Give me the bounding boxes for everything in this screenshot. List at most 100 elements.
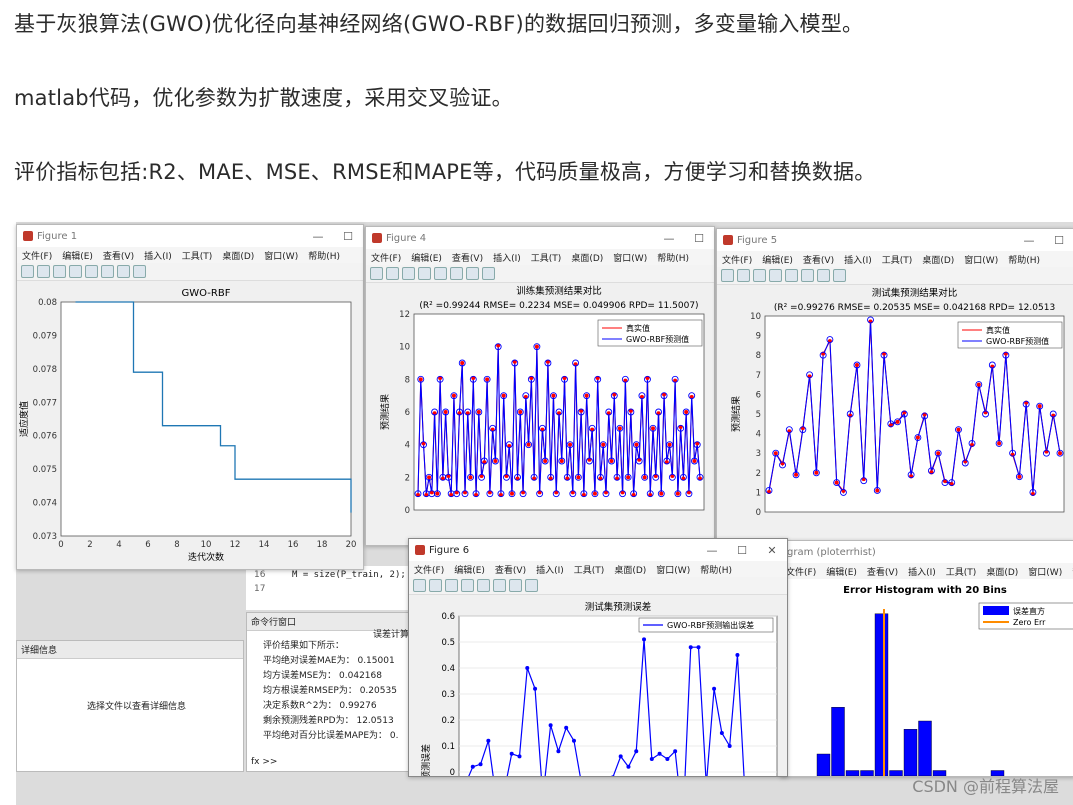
menu-item[interactable]: 桌面(D)	[986, 565, 1018, 578]
open-file-icon[interactable]	[37, 265, 50, 278]
maximize-icon[interactable]: ☐	[333, 230, 363, 243]
open-file-icon[interactable]	[737, 269, 750, 282]
menu-item[interactable]: 窗口(W)	[613, 251, 647, 264]
figure4-window[interactable]: Figure 4 — ☐ 文件(F) 编辑(E) 查看(V) 插入(I) 工具(T) 桌面(…	[365, 226, 715, 546]
colorbar-icon[interactable]	[801, 269, 814, 282]
menu-item[interactable]: 帮助(H)	[308, 249, 340, 262]
menu-item[interactable]: 工具(T)	[182, 249, 213, 262]
colorbar-icon[interactable]	[493, 579, 506, 592]
figure5-window[interactable]: Figure 5 — ☐ 文件(F) 编辑(E) 查看(V) 插入(I) 工具(T) 桌面(…	[716, 228, 1073, 548]
minimize-icon[interactable]: —	[697, 544, 727, 557]
legend-icon[interactable]	[117, 265, 130, 278]
legend-icon[interactable]	[817, 269, 830, 282]
link-icon[interactable]	[477, 579, 490, 592]
menu-item[interactable]: 编辑(E)	[826, 565, 857, 578]
menu-item[interactable]: 桌面(D)	[614, 563, 646, 576]
menu-item[interactable]: 桌面(D)	[922, 253, 954, 266]
maximize-icon[interactable]: ☐	[1044, 234, 1073, 247]
colorbar-icon[interactable]	[101, 265, 114, 278]
print-icon[interactable]	[769, 269, 782, 282]
menu-item[interactable]: 文件(F)	[722, 253, 752, 266]
legend-label: GWO-RBF预测输出误差	[667, 620, 754, 630]
menu-item[interactable]: 桌面(D)	[222, 249, 254, 262]
open-file-icon[interactable]	[429, 579, 442, 592]
y-tick-label: 10	[750, 312, 761, 322]
menu-item[interactable]: 插入(I)	[844, 253, 872, 266]
link-icon[interactable]	[785, 269, 798, 282]
pointer-icon[interactable]	[482, 267, 495, 280]
figure4-toolbar	[366, 265, 714, 283]
command-window[interactable]: 命令行窗口 误差计算 评价结果如下所示： 平均绝对误差MAE为： 0.15001 均…	[246, 612, 418, 772]
save-icon[interactable]	[445, 579, 458, 592]
pointer-icon[interactable]	[833, 269, 846, 282]
menu-item[interactable]: 查看(V)	[103, 249, 134, 262]
menu-item[interactable]: 查看(V)	[803, 253, 834, 266]
editor-code[interactable]: M = size(P_train, 2);	[292, 570, 406, 580]
figure6-titlebar[interactable]: Figure 6 — ☐ ✕	[409, 539, 787, 561]
menu-item[interactable]: 文件(F)	[22, 249, 52, 262]
open-file-icon[interactable]	[386, 267, 399, 280]
menu-item[interactable]: 工具(T)	[946, 565, 977, 578]
menu-item[interactable]: 查看(V)	[495, 563, 526, 576]
matlab-figure-icon	[372, 233, 382, 243]
minimize-icon[interactable]: —	[654, 232, 684, 245]
print-icon[interactable]	[418, 267, 431, 280]
link-icon[interactable]	[434, 267, 447, 280]
menu-item[interactable]: 插入(I)	[144, 249, 172, 262]
menu-item[interactable]: 插入(I)	[493, 251, 521, 264]
pointer-icon[interactable]	[133, 265, 146, 278]
menu-item[interactable]: 工具(T)	[882, 253, 913, 266]
new-file-icon[interactable]	[413, 579, 426, 592]
menu-item[interactable]: 帮助(H)	[657, 251, 689, 264]
menu-item[interactable]: 窗口(W)	[656, 563, 690, 576]
figure4-titlebar[interactable]: Figure 4 — ☐	[366, 227, 714, 249]
minimize-icon[interactable]: —	[1014, 234, 1044, 247]
figure5-titlebar[interactable]: Figure 5 — ☐	[717, 229, 1073, 251]
save-icon[interactable]	[53, 265, 66, 278]
new-file-icon[interactable]	[370, 267, 383, 280]
error-point	[649, 757, 654, 761]
menu-item[interactable]: 编辑(E)	[62, 249, 93, 262]
link-icon[interactable]	[85, 265, 98, 278]
menu-item[interactable]: 窗口(W)	[964, 253, 998, 266]
true-point	[895, 419, 900, 424]
histogram-window[interactable]: gram (ploterrhist) 文件(F) 编辑(E) 查看(V) 插入(I) 工…	[780, 540, 1073, 777]
menu-item[interactable]: 文件(F)	[414, 563, 444, 576]
command-prompt[interactable]: fx >>	[251, 757, 277, 767]
menu-item[interactable]: 查看(V)	[452, 251, 483, 264]
menu-item[interactable]: 插入(I)	[908, 565, 936, 578]
pointer-icon[interactable]	[525, 579, 538, 592]
menu-item[interactable]: 编辑(E)	[762, 253, 793, 266]
close-icon[interactable]: ✕	[757, 544, 787, 557]
menu-item[interactable]: 工具(T)	[574, 563, 605, 576]
menu-item[interactable]: 编辑(E)	[454, 563, 485, 576]
figure1-window[interactable]: Figure 1 — ☐ 文件(F) 编辑(E) 查看(V) 插入(I) 工具(T) 桌面(…	[16, 224, 364, 570]
menu-item[interactable]: 编辑(E)	[411, 251, 442, 264]
save-icon[interactable]	[402, 267, 415, 280]
menu-item[interactable]: 文件(F)	[786, 565, 816, 578]
legend-icon[interactable]	[466, 267, 479, 280]
new-file-icon[interactable]	[721, 269, 734, 282]
menu-item[interactable]: 插入(I)	[536, 563, 564, 576]
colorbar-icon[interactable]	[450, 267, 463, 280]
save-icon[interactable]	[753, 269, 766, 282]
maximize-icon[interactable]: ☐	[684, 232, 714, 245]
menu-item[interactable]: 帮助(H)	[1008, 253, 1040, 266]
menu-item[interactable]: 工具(T)	[531, 251, 562, 264]
figure6-window[interactable]: Figure 6 — ☐ ✕ 文件(F) 编辑(E) 查看(V) 插入(I) 工具(T) 桌面…	[408, 538, 788, 777]
figure1-titlebar[interactable]: Figure 1 — ☐	[17, 225, 363, 247]
print-icon[interactable]	[461, 579, 474, 592]
x-tick-label: 16	[288, 540, 299, 550]
legend-icon[interactable]	[509, 579, 522, 592]
menu-item[interactable]: 窗口(W)	[1028, 565, 1062, 578]
menu-item[interactable]: 桌面(D)	[571, 251, 603, 264]
menu-item[interactable]: 帮助(H)	[700, 563, 732, 576]
menu-item[interactable]: 文件(F)	[371, 251, 401, 264]
print-icon[interactable]	[69, 265, 82, 278]
menu-item[interactable]: 查看(V)	[867, 565, 898, 578]
new-file-icon[interactable]	[21, 265, 34, 278]
menu-item[interactable]: 窗口(W)	[264, 249, 298, 262]
histogram-titlebar[interactable]: gram (ploterrhist)	[781, 541, 1073, 563]
minimize-icon[interactable]: —	[303, 230, 333, 243]
maximize-icon[interactable]: ☐	[727, 544, 757, 557]
